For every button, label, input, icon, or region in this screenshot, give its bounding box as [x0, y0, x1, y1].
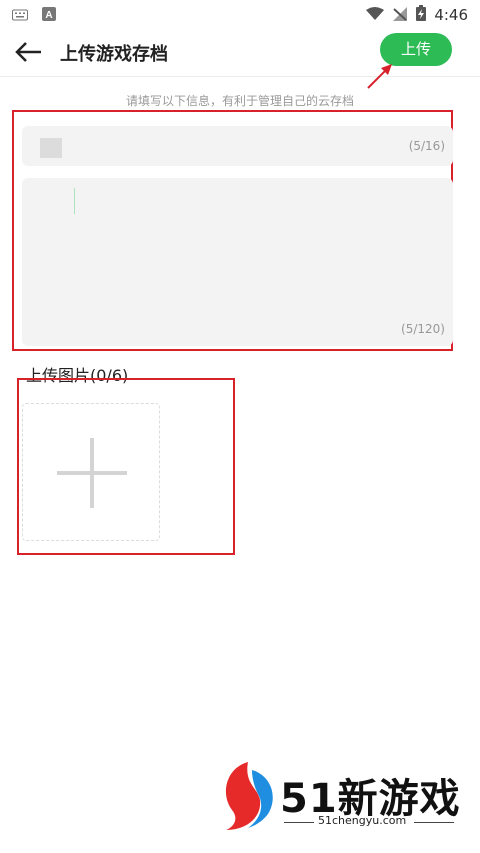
a-notification-icon: A [42, 6, 56, 25]
watermark-logo: 51新游戏 51chengyu.com [218, 758, 468, 834]
input-placeholder-block [40, 138, 62, 158]
signal-off-icon [392, 6, 408, 25]
page-title: 上传游戏存档 [60, 44, 168, 65]
text-caret [74, 188, 75, 214]
watermark-url: 51chengyu.com [318, 814, 407, 827]
brand-logo-icon [225, 762, 273, 830]
status-bar: A 4:46 [0, 0, 480, 28]
wifi-icon [366, 6, 385, 25]
add-image-button[interactable] [22, 403, 160, 541]
status-time: 4:46 [434, 6, 468, 24]
keyboard-icon [12, 6, 28, 25]
save-name-input[interactable]: (5/16) [22, 126, 453, 166]
save-description-input[interactable]: (5/120) [22, 178, 453, 346]
top-app-bar: 上传游戏存档 上传 [0, 28, 480, 77]
annotation-arrow [367, 64, 392, 89]
back-arrow-icon[interactable] [14, 40, 44, 64]
battery-charging-icon [416, 5, 427, 25]
description-char-counter: (5/120) [401, 322, 445, 336]
svg-text:A: A [45, 10, 52, 21]
form-hint: 请填写以下信息，有利于管理自己的云存档 [125, 94, 354, 108]
name-char-counter: (5/16) [408, 139, 445, 153]
